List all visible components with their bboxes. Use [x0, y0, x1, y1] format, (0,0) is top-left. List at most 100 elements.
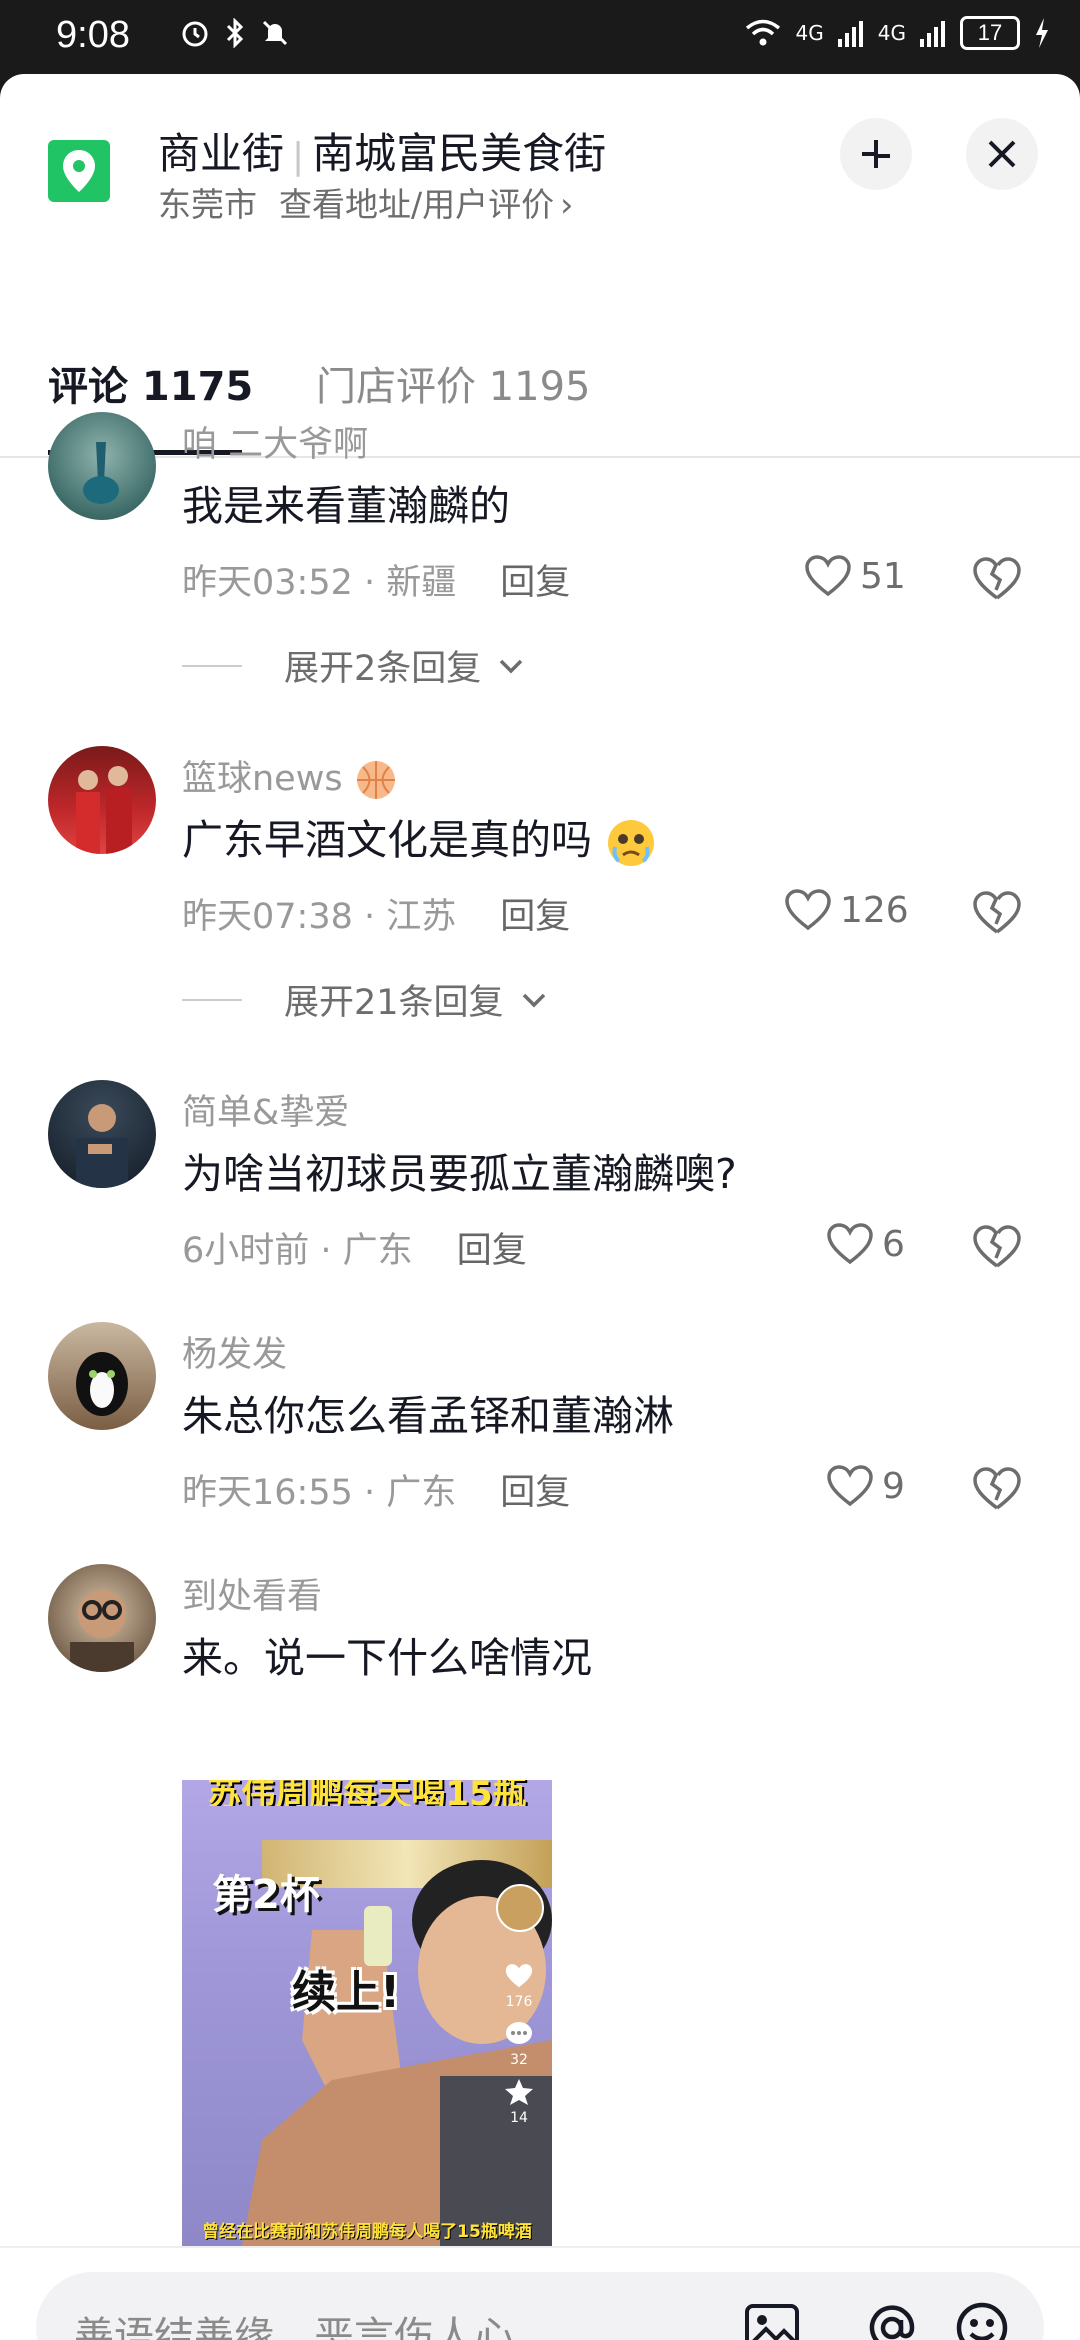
video-like-icon: [505, 1964, 533, 1988]
status-right-icons: 4G 4G 17: [744, 16, 1050, 50]
location-pin-icon: [48, 140, 110, 202]
dislike-button[interactable]: [972, 1224, 1022, 1274]
status-time: 9:08: [56, 14, 130, 56]
dislike-button[interactable]: [972, 1466, 1022, 1516]
heart-icon: [827, 1223, 873, 1265]
comment-location: 新疆: [386, 563, 457, 603]
reply-button[interactable]: 回复: [500, 563, 570, 603]
video-center-text: 续上!: [292, 1967, 401, 2018]
collapse-icon: [862, 140, 890, 168]
broken-heart-icon: [973, 557, 1021, 600]
reply-button[interactable]: 回复: [500, 897, 570, 937]
expand-replies-label: 展开21条回复: [284, 983, 504, 1023]
avatar[interactable]: [48, 1080, 156, 1188]
comment-input[interactable]: 善语结善缘，恶言伤人心: [36, 2272, 1044, 2340]
avatar[interactable]: [48, 1564, 156, 1672]
comment-username[interactable]: 篮球news: [182, 750, 398, 802]
emoji-button[interactable]: [952, 2298, 1012, 2340]
tab-comments[interactable]: 评论 1175: [48, 354, 253, 412]
avatar[interactable]: [48, 746, 156, 854]
comment-text[interactable]: 朱总你怎么看孟铎和董瀚淋: [182, 1382, 674, 1442]
status-bar: 9:08 4G 4G 17: [0, 0, 1080, 76]
comment-meta: 昨天07:38 · 江苏 回复: [182, 897, 571, 937]
signal-icon-1: [837, 21, 863, 47]
comment-text[interactable]: 为啥当初球员要孤立董瀚麟噢?: [182, 1140, 737, 1200]
expand-divider: [182, 998, 242, 1001]
like-button[interactable]: 9: [826, 1464, 905, 1508]
like-button[interactable]: 6: [826, 1222, 905, 1266]
sheet-header: 商业街 | 南城富民美食街 东莞市 查看地址/用户评价 ›: [0, 74, 1080, 244]
video-side-rail: 176 32 14: [496, 1884, 544, 2126]
chevron-down-icon: [500, 659, 523, 673]
avatar[interactable]: [48, 412, 156, 520]
close-button[interactable]: [966, 118, 1038, 190]
avatar[interactable]: [48, 1322, 156, 1430]
comment-video-thumbnail[interactable]: 苏伟周鹏每天喝15瓶 第2杯 续上! 176 32 14 曾经在比赛前和苏伟周鹏…: [182, 1780, 552, 2246]
reply-button[interactable]: 回复: [457, 1231, 527, 1271]
like-button[interactable]: 126: [784, 888, 909, 932]
dislike-button[interactable]: [972, 556, 1022, 606]
chevron-down-icon: [522, 993, 545, 1007]
comment-text[interactable]: 来。说一下什么啥情况: [182, 1624, 592, 1684]
comment-time: 6小时前: [182, 1231, 310, 1271]
comment-meta: 昨天03:52 · 新疆 回复: [182, 563, 571, 603]
comment-username[interactable]: 简单&挚爱: [182, 1084, 349, 1135]
chevron-right-icon: ›: [560, 185, 574, 224]
comment-username[interactable]: 杨发发: [182, 1326, 287, 1377]
tab-bar: 评论 1175 门店评价 1195: [0, 244, 1080, 458]
reply-button[interactable]: 回复: [500, 1473, 570, 1513]
bluetooth-icon: [226, 18, 244, 48]
comment-location: 江苏: [386, 897, 457, 937]
video-favorite-count: 14: [510, 2110, 528, 2126]
like-button[interactable]: 51: [804, 554, 906, 598]
view-address-link[interactable]: 查看地址/用户评价: [279, 185, 554, 224]
like-count: 6: [882, 1223, 905, 1265]
tab-store-reviews[interactable]: 门店评价 1195: [316, 354, 591, 412]
heart-icon: [805, 555, 851, 597]
location-city: 东莞市: [158, 185, 257, 224]
crying-face-emoji-icon: [608, 820, 655, 866]
collapse-button[interactable]: [840, 118, 912, 190]
comment-username[interactable]: 到处看看: [182, 1568, 322, 1619]
location-name: 南城富民美食街: [312, 129, 607, 178]
comment-input-bar: 善语结善缘，恶言伤人心: [0, 2246, 1080, 2340]
location-subtitle[interactable]: 东莞市 查看地址/用户评价 ›: [158, 178, 573, 226]
battery-icon: 17: [960, 16, 1020, 50]
comment-username[interactable]: 咱 二大爷啊: [182, 416, 368, 467]
mention-button[interactable]: [862, 2298, 922, 2340]
emoji-smile-icon: [956, 2302, 1008, 2340]
comment-location: 广东: [342, 1231, 413, 1271]
video-author-avatar: [496, 1884, 544, 1932]
comment-location: 广东: [386, 1473, 457, 1513]
alarm-icon: [182, 21, 208, 47]
expand-replies[interactable]: 展开2条回复: [182, 640, 525, 691]
title-divider: |: [292, 136, 305, 177]
like-count: 51: [860, 555, 906, 597]
like-count: 126: [840, 889, 909, 931]
comment-time: 昨天03:52: [182, 563, 353, 603]
at-mention-icon: [869, 2305, 915, 2340]
comment-meta: 昨天16:55 · 广东 回复: [182, 1473, 571, 1513]
comment-text[interactable]: 我是来看董瀚麟的: [182, 472, 510, 532]
basketball-emoji-icon: [356, 761, 395, 799]
heart-icon: [827, 1465, 873, 1507]
comment-meta: 6小时前 · 广东 回复: [182, 1231, 527, 1271]
broken-heart-icon: [973, 891, 1021, 934]
comment-input-placeholder: 善语结善缘，恶言伤人心: [74, 2314, 514, 2340]
comment-text-body: 广东早酒文化是真的吗: [182, 816, 592, 864]
signal-icon-2: [920, 21, 945, 47]
mute-icon: [262, 20, 288, 46]
broken-heart-icon: [973, 1225, 1021, 1268]
comment-text[interactable]: 广东早酒文化是真的吗: [182, 806, 657, 869]
wifi-icon: [745, 19, 780, 46]
close-icon: [988, 140, 1016, 168]
expand-divider: [182, 664, 242, 667]
location-category: 商业街: [158, 129, 285, 178]
signal-label-2: 4G: [877, 21, 906, 45]
image-button[interactable]: [742, 2298, 802, 2340]
location-title[interactable]: 商业街 | 南城富民美食街: [158, 120, 606, 181]
video-star-icon: [505, 2079, 533, 2105]
like-count: 9: [882, 1465, 905, 1507]
expand-replies[interactable]: 展开21条回复: [182, 974, 548, 1025]
dislike-button[interactable]: [972, 890, 1022, 940]
